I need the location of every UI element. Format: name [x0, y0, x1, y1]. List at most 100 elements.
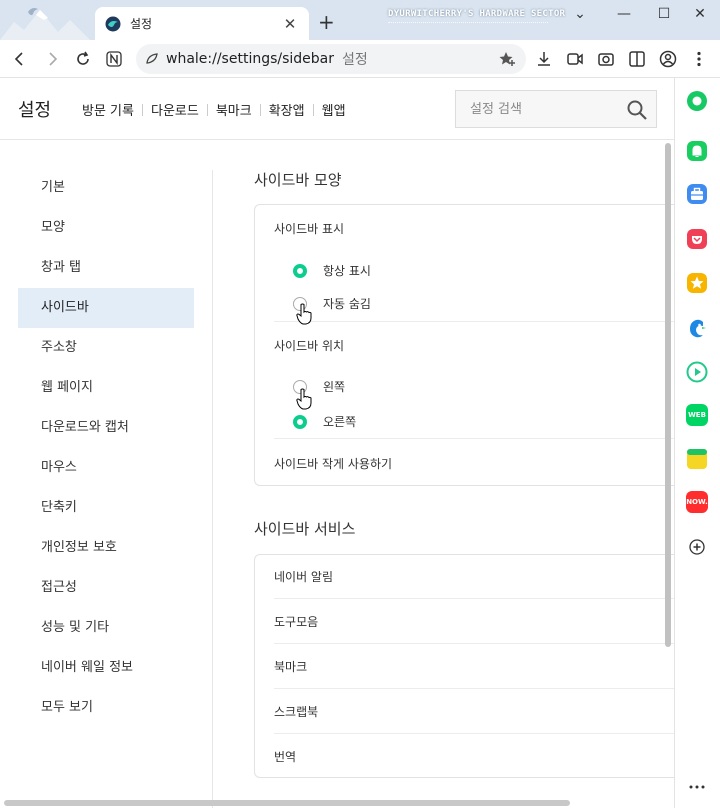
nav-extensions-link[interactable]: 확장앱 [269, 100, 305, 119]
sidebar-app-toolbox-icon[interactable] [686, 183, 708, 205]
sidebar-app-bird-icon[interactable] [686, 317, 708, 339]
nav-item-shortcuts[interactable]: 단축키 [18, 488, 194, 528]
nav-item-address-bar[interactable]: 주소창 [18, 328, 194, 368]
menu-icon[interactable] [689, 49, 709, 69]
sidebar-app-notification-icon[interactable] [686, 140, 708, 162]
row-divider [274, 643, 674, 644]
naver-home-icon[interactable] [104, 49, 124, 69]
top-nav: 방문 기록 다운로드 북마크 확장앱 웹앱 [82, 100, 346, 119]
nav-separator [206, 103, 208, 116]
whale-shield-icon [146, 53, 158, 64]
service-naver-alert[interactable]: 네이버 알림 [274, 568, 333, 585]
sidebar-app-star-icon[interactable] [686, 272, 708, 294]
sidebar-position-label: 사이드바 위치 [274, 339, 345, 353]
sidebar-app-memo-icon[interactable] [686, 448, 708, 470]
nav-separator [312, 103, 314, 116]
webtoon-glyph: WEB [688, 411, 706, 419]
nav-separator [141, 103, 143, 116]
settings-search [455, 90, 657, 128]
tab-search-icon[interactable]: ⌄ [560, 0, 600, 28]
search-icon[interactable] [626, 99, 648, 125]
nav-item-windows-tabs[interactable]: 창과 탭 [18, 248, 194, 288]
service-bookmarks[interactable]: 북마크 [274, 658, 307, 675]
radio-right[interactable]: 오른쪽 [293, 413, 356, 430]
settings-header: 설정 방문 기록 다운로드 북마크 확장앱 웹앱 [0, 78, 674, 140]
url-page-title: 설정 [342, 52, 368, 68]
radio-right-label: 오른쪽 [323, 415, 357, 429]
radio-left-label: 왼쪽 [323, 380, 346, 394]
reload-icon[interactable] [73, 49, 93, 69]
whale-sidebar: WEB NOW. [674, 78, 720, 808]
video-capture-icon[interactable] [565, 49, 585, 69]
nav-item-show-all[interactable]: 모두 보기 [18, 688, 194, 728]
close-window-button[interactable]: ✕ [680, 0, 720, 28]
sidebar-app-now-icon[interactable]: NOW. [686, 491, 708, 513]
section-title-sidebar-appearance: 사이드바 모양 [254, 171, 342, 189]
radio-button-selected[interactable] [293, 414, 307, 429]
sidebar-appearance-card: 사이드바 표시 항상 표시 자동 숨김 사이드바 위치 왼쪽 오른쪽 사이드바 … [254, 204, 674, 486]
sidebar-display-label: 사이드바 표시 [274, 222, 345, 236]
sidebar-app-webtoon-icon[interactable]: WEB [686, 404, 708, 426]
tab-title: 설정 [130, 17, 153, 31]
bookmark-star-icon[interactable] [498, 50, 516, 72]
vertical-scrollbar[interactable] [665, 143, 671, 647]
nav-item-appearance[interactable]: 모양 [18, 208, 194, 248]
nav-item-basic[interactable]: 기본 [18, 168, 194, 208]
nav-item-download-capture[interactable]: 다운로드와 캡처 [18, 408, 194, 448]
nav-item-privacy[interactable]: 개인정보 보호 [18, 528, 194, 568]
url-text[interactable]: whale://settings/sidebar [166, 51, 334, 67]
sidebar-services-card: 네이버 알림 도구모음 북마크 스크랩북 번역 [254, 554, 674, 778]
screen-capture-icon[interactable] [596, 49, 616, 69]
nav-item-about[interactable]: 네이버 웨일 정보 [18, 648, 194, 688]
nav-webapps-link[interactable]: 웹앱 [322, 100, 346, 119]
service-scrapbook[interactable]: 스크랩북 [274, 703, 318, 720]
nav-item-web-page[interactable]: 웹 페이지 [18, 368, 194, 408]
sidebar-add-icon[interactable] [686, 536, 708, 558]
service-translate[interactable]: 번역 [274, 748, 296, 765]
nav-item-sidebar[interactable]: 사이드바 [18, 288, 194, 328]
hand-cursor-icon [296, 303, 312, 325]
row-divider [274, 688, 674, 689]
row-divider [274, 733, 674, 734]
row-divider [274, 321, 674, 322]
new-tab-button[interactable]: + [318, 12, 335, 32]
profile-icon[interactable] [658, 49, 678, 69]
now-glyph: NOW. [686, 498, 708, 506]
horizontal-scrollbar[interactable] [4, 800, 570, 806]
sidebar-app-pocket-icon[interactable] [686, 228, 708, 250]
nav-item-performance[interactable]: 성능 및 기타 [18, 608, 194, 648]
minimize-button[interactable]: — [604, 0, 644, 28]
nav-divider [212, 170, 213, 808]
radio-always-show[interactable]: 항상 표시 [293, 262, 371, 279]
active-tab[interactable]: 설정 ✕ [95, 7, 309, 40]
service-toolbox[interactable]: 도구모음 [274, 613, 318, 630]
radio-button-selected[interactable] [293, 263, 307, 278]
settings-left-nav: 기본 모양 창과 탭 사이드바 주소창 웹 페이지 다운로드와 캡처 마우스 단… [18, 168, 194, 728]
watermark-text: DYURWITCHERRY'S HARDWARE SECTOR [388, 9, 566, 19]
nav-history-link[interactable]: 방문 기록 [82, 100, 134, 119]
nav-separator [259, 103, 261, 116]
nav-bookmarks-link[interactable]: 북마크 [216, 100, 252, 119]
sidebar-app-green-circle-icon[interactable] [686, 90, 708, 112]
settings-search-input[interactable] [470, 101, 620, 117]
download-icon[interactable] [534, 49, 554, 69]
nav-downloads-link[interactable]: 다운로드 [151, 100, 199, 119]
whale-icon [105, 16, 121, 31]
address-bar[interactable]: whale://settings/sidebar 설정 [136, 44, 526, 74]
compact-sidebar-option[interactable]: 사이드바 작게 사용하기 [274, 455, 392, 472]
forward-icon[interactable] [42, 49, 62, 69]
split-view-icon[interactable] [627, 49, 647, 69]
back-icon[interactable] [10, 49, 30, 69]
maximize-button[interactable]: ☐ [644, 0, 684, 28]
mountain-wallpaper-icon [0, 8, 90, 40]
hand-cursor-icon [296, 388, 312, 410]
radio-always-show-label: 항상 표시 [323, 264, 371, 278]
row-divider [274, 598, 674, 599]
row-divider [274, 438, 674, 439]
sidebar-app-play-icon[interactable] [686, 361, 708, 383]
tab-close-icon[interactable]: ✕ [281, 15, 299, 33]
nav-item-accessibility[interactable]: 접근성 [18, 568, 194, 608]
nav-item-mouse[interactable]: 마우스 [18, 448, 194, 488]
sidebar-more-icon[interactable] [686, 776, 708, 798]
watermark-underline [388, 22, 548, 25]
